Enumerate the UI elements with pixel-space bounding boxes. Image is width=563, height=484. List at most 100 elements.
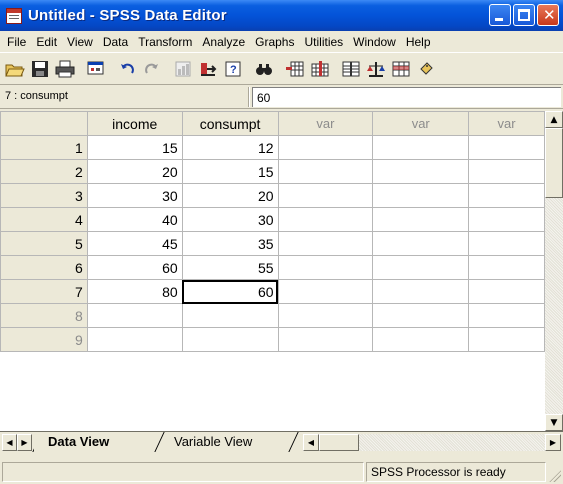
menu-edit[interactable]: Edit — [31, 35, 62, 49]
scroll-up-button[interactable]: ▲ — [545, 111, 563, 128]
close-button[interactable]: ✕ — [537, 4, 559, 26]
menu-view[interactable]: View — [62, 35, 98, 49]
grid-cell[interactable]: 20 — [181, 183, 279, 208]
split-file-button[interactable] — [340, 58, 362, 80]
grid-cell[interactable] — [372, 207, 470, 232]
spss-app-icon[interactable] — [6, 7, 22, 24]
grid-cell[interactable] — [468, 303, 545, 328]
scroll-down-button[interactable]: ▼ — [545, 414, 563, 431]
row-header[interactable]: 8 — [0, 303, 88, 328]
grid-cell[interactable]: 15 — [86, 135, 183, 160]
menu-transform[interactable]: Transform — [133, 35, 197, 49]
grid-cell[interactable] — [277, 303, 374, 328]
dialog-recall-button[interactable] — [85, 58, 107, 80]
goto-chart-button[interactable] — [172, 58, 194, 80]
vertical-scroll-thumb[interactable] — [545, 128, 563, 198]
grid-cell[interactable] — [277, 327, 374, 352]
grid-cell[interactable] — [468, 231, 545, 256]
grid-cell[interactable]: 60 — [86, 255, 183, 280]
grid-cell[interactable] — [468, 255, 545, 280]
grid-cell[interactable]: 55 — [181, 255, 279, 280]
grid-cell[interactable]: 20 — [86, 159, 183, 184]
grid-cell[interactable] — [372, 135, 470, 160]
grid-cell[interactable] — [372, 279, 470, 304]
grid-cell[interactable] — [468, 279, 545, 304]
grid-cell[interactable] — [372, 231, 470, 256]
grid-cell[interactable]: 30 — [86, 183, 183, 208]
grid-cell[interactable] — [372, 255, 470, 280]
grid-cell[interactable] — [277, 231, 374, 256]
grid-cell[interactable] — [372, 327, 470, 352]
grid-cell[interactable] — [468, 135, 545, 160]
scroll-right-button[interactable]: ▶ — [545, 434, 561, 451]
grid-cell[interactable]: 12 — [181, 135, 279, 160]
column-header-var[interactable]: var — [277, 111, 374, 136]
menu-utilities[interactable]: Utilities — [299, 35, 348, 49]
grid-cell[interactable] — [277, 207, 374, 232]
weight-cases-button[interactable] — [365, 58, 387, 80]
row-header[interactable]: 4 — [0, 207, 88, 232]
tab-next-button[interactable]: ▶ — [17, 434, 32, 451]
resize-grip-icon[interactable] — [549, 470, 561, 482]
undo-button[interactable] — [116, 58, 138, 80]
goto-case-button[interactable] — [197, 58, 219, 80]
column-header-income[interactable]: income — [86, 111, 183, 136]
column-header-var[interactable]: var — [468, 111, 545, 136]
grid-cell[interactable] — [277, 255, 374, 280]
maximize-button[interactable] — [513, 4, 535, 26]
print-button[interactable] — [54, 58, 76, 80]
grid-cell[interactable]: 40 — [86, 207, 183, 232]
grid-corner[interactable] — [0, 111, 88, 136]
row-header[interactable]: 3 — [0, 183, 88, 208]
grid-cell[interactable] — [468, 327, 545, 352]
menu-help[interactable]: Help — [401, 35, 436, 49]
grid-cell[interactable] — [277, 159, 374, 184]
grid-cell[interactable]: 45 — [86, 231, 183, 256]
row-header[interactable]: 9 — [0, 327, 88, 352]
cell-value-input[interactable]: 60 — [252, 87, 561, 107]
grid-cell[interactable] — [277, 135, 374, 160]
grid-cell[interactable] — [181, 327, 279, 352]
tab-data-view[interactable]: Data View — [34, 432, 116, 452]
row-header[interactable]: 7 — [0, 279, 88, 304]
grid-cell[interactable]: 15 — [181, 159, 279, 184]
menu-data[interactable]: Data — [98, 35, 133, 49]
find-button[interactable] — [253, 58, 275, 80]
grid-cell[interactable]: 30 — [181, 207, 279, 232]
scroll-left-button[interactable]: ◀ — [303, 434, 319, 451]
minimize-button[interactable] — [489, 4, 511, 26]
variables-button[interactable]: ? — [222, 58, 244, 80]
selected-grid-cell[interactable]: 60 — [181, 279, 279, 304]
grid-cell[interactable] — [372, 303, 470, 328]
tab-first-button[interactable]: ◀ — [2, 434, 17, 451]
menu-graphs[interactable]: Graphs — [250, 35, 299, 49]
menu-file[interactable]: File — [2, 35, 31, 49]
grid-cell[interactable] — [86, 303, 183, 328]
grid-cell[interactable] — [468, 207, 545, 232]
horizontal-scroll-thumb[interactable] — [319, 434, 359, 451]
grid-cell[interactable] — [86, 327, 183, 352]
value-labels-button[interactable] — [415, 58, 437, 80]
grid-cell[interactable] — [277, 183, 374, 208]
save-button[interactable] — [29, 58, 51, 80]
grid-cell[interactable] — [372, 183, 470, 208]
grid-cell[interactable] — [277, 279, 374, 304]
insert-variable-button[interactable] — [309, 58, 331, 80]
vertical-scrollbar[interactable]: ▲ ▼ — [545, 111, 563, 431]
grid-cell[interactable]: 35 — [181, 231, 279, 256]
grid-cell[interactable] — [372, 159, 470, 184]
column-header-consumpt[interactable]: consumpt — [181, 111, 279, 136]
row-header[interactable]: 6 — [0, 255, 88, 280]
grid-cell[interactable] — [181, 303, 279, 328]
open-button[interactable] — [4, 58, 26, 80]
grid-cell[interactable] — [468, 183, 545, 208]
insert-cases-button[interactable] — [284, 58, 306, 80]
redo-button[interactable] — [141, 58, 163, 80]
row-header[interactable]: 2 — [0, 159, 88, 184]
grid-cell[interactable] — [468, 159, 545, 184]
select-cases-button[interactable] — [390, 58, 412, 80]
row-header[interactable]: 1 — [0, 135, 88, 160]
column-header-var[interactable]: var — [372, 111, 470, 136]
menu-analyze[interactable]: Analyze — [197, 35, 250, 49]
menu-window[interactable]: Window — [348, 35, 401, 49]
